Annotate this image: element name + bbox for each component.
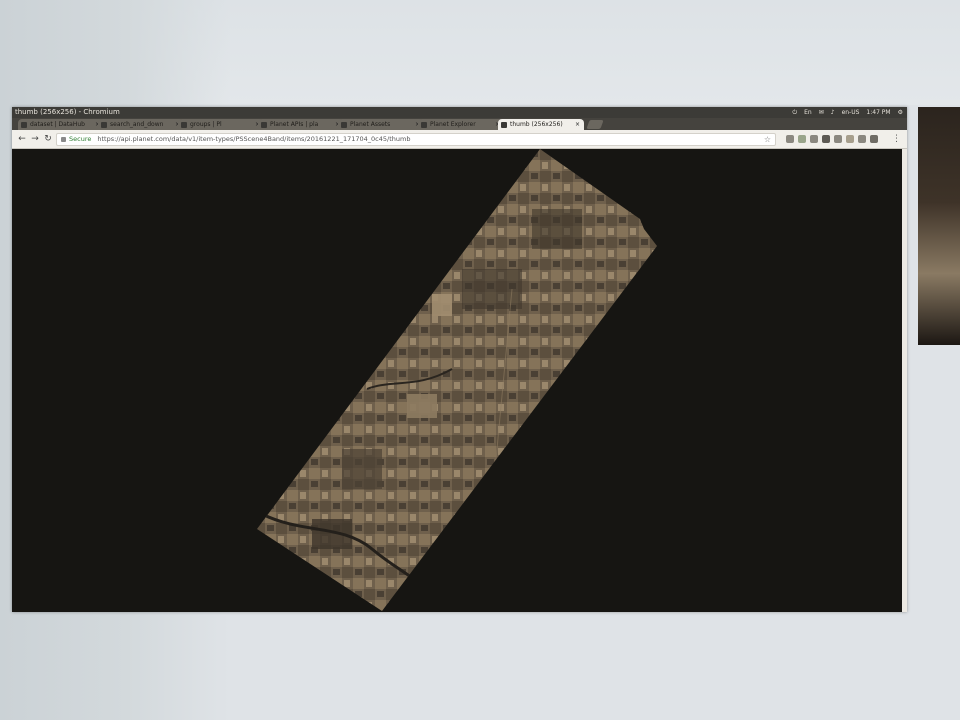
mail-icon[interactable]: ✉ (819, 107, 824, 118)
tab-favicon-icon (181, 122, 187, 128)
settings-gear-icon[interactable]: ⚙ (898, 107, 903, 118)
new-tab-button[interactable] (586, 120, 604, 129)
vertical-scrollbar[interactable] (902, 149, 907, 612)
tab-favicon-icon (501, 122, 507, 128)
extension-icon[interactable] (786, 135, 794, 143)
tab-label: dataset | DataHub (30, 121, 85, 128)
power-icon[interactable]: ⏻ (792, 107, 797, 118)
tab-favicon-icon (421, 122, 427, 128)
tab-planet-assets[interactable]: Planet Assets × (338, 119, 424, 130)
extension-icon[interactable] (834, 135, 842, 143)
tab-groups[interactable]: groups | Pl × (178, 119, 264, 130)
extension-icon[interactable] (870, 135, 878, 143)
tab-datahub[interactable]: dataset | DataHub × (18, 119, 104, 130)
tab-close-icon[interactable]: × (575, 119, 580, 130)
extension-icon[interactable] (846, 135, 854, 143)
extension-icon[interactable] (810, 135, 818, 143)
tab-strip: dataset | DataHub × search_and_down × gr… (12, 118, 907, 130)
tab-label: Planet Assets (350, 121, 391, 128)
tab-search-and-download[interactable]: search_and_down × (98, 119, 184, 130)
tab-favicon-icon (341, 122, 347, 128)
bookmark-star-icon[interactable]: ☆ (764, 134, 771, 145)
locale-indicator[interactable]: en-US (842, 107, 860, 118)
clock[interactable]: 1:47 PM (866, 107, 890, 118)
tab-label: thumb (256x256) (510, 121, 563, 128)
tab-favicon-icon (21, 122, 27, 128)
tab-favicon-icon (261, 122, 267, 128)
extension-icon[interactable] (798, 135, 806, 143)
system-tray: ⏻ En ✉ ♪ en-US 1:47 PM ⚙ (792, 107, 903, 118)
tab-planet-apis[interactable]: Planet APIs | pla × (258, 119, 344, 130)
menu-dots-icon[interactable]: ⋮ (892, 134, 901, 144)
satellite-strip-image (257, 149, 657, 611)
forward-arrow-icon[interactable]: → (30, 134, 40, 144)
extension-icon[interactable] (858, 135, 866, 143)
tab-label: groups | Pl (190, 121, 222, 128)
secure-label: Secure (69, 135, 92, 143)
tab-planet-explorer[interactable]: Planet Explorer × (418, 119, 504, 130)
address-bar[interactable]: Secure https://api.planet.com/data/v1/ite… (56, 133, 776, 146)
url-text[interactable]: https://api.planet.com/data/v1/item-type… (97, 135, 410, 143)
window-title: thumb (256x256) - Chromium (15, 108, 120, 116)
sound-icon[interactable]: ♪ (831, 107, 835, 118)
tab-thumb[interactable]: thumb (256x256) × (498, 119, 584, 130)
tab-label: search_and_down (110, 121, 164, 128)
page-viewport (12, 149, 907, 612)
browser-window: thumb (256x256) - Chromium ⏻ En ✉ ♪ en-U… (12, 107, 907, 612)
browser-toolbar: ← → ↻ Secure https://api.planet.com/data/… (12, 130, 907, 149)
lock-icon (61, 136, 66, 142)
back-arrow-icon[interactable]: ← (17, 134, 27, 144)
side-image-thumbnail (918, 107, 960, 345)
tab-label: Planet Explorer (430, 121, 476, 128)
keyboard-layout-indicator[interactable]: En (804, 107, 812, 118)
window-titlebar: thumb (256x256) - Chromium ⏻ En ✉ ♪ en-U… (12, 107, 907, 118)
reload-icon[interactable]: ↻ (43, 134, 53, 144)
tab-label: Planet APIs | pla (270, 121, 319, 128)
extension-icon[interactable] (822, 135, 830, 143)
tab-favicon-icon (101, 122, 107, 128)
